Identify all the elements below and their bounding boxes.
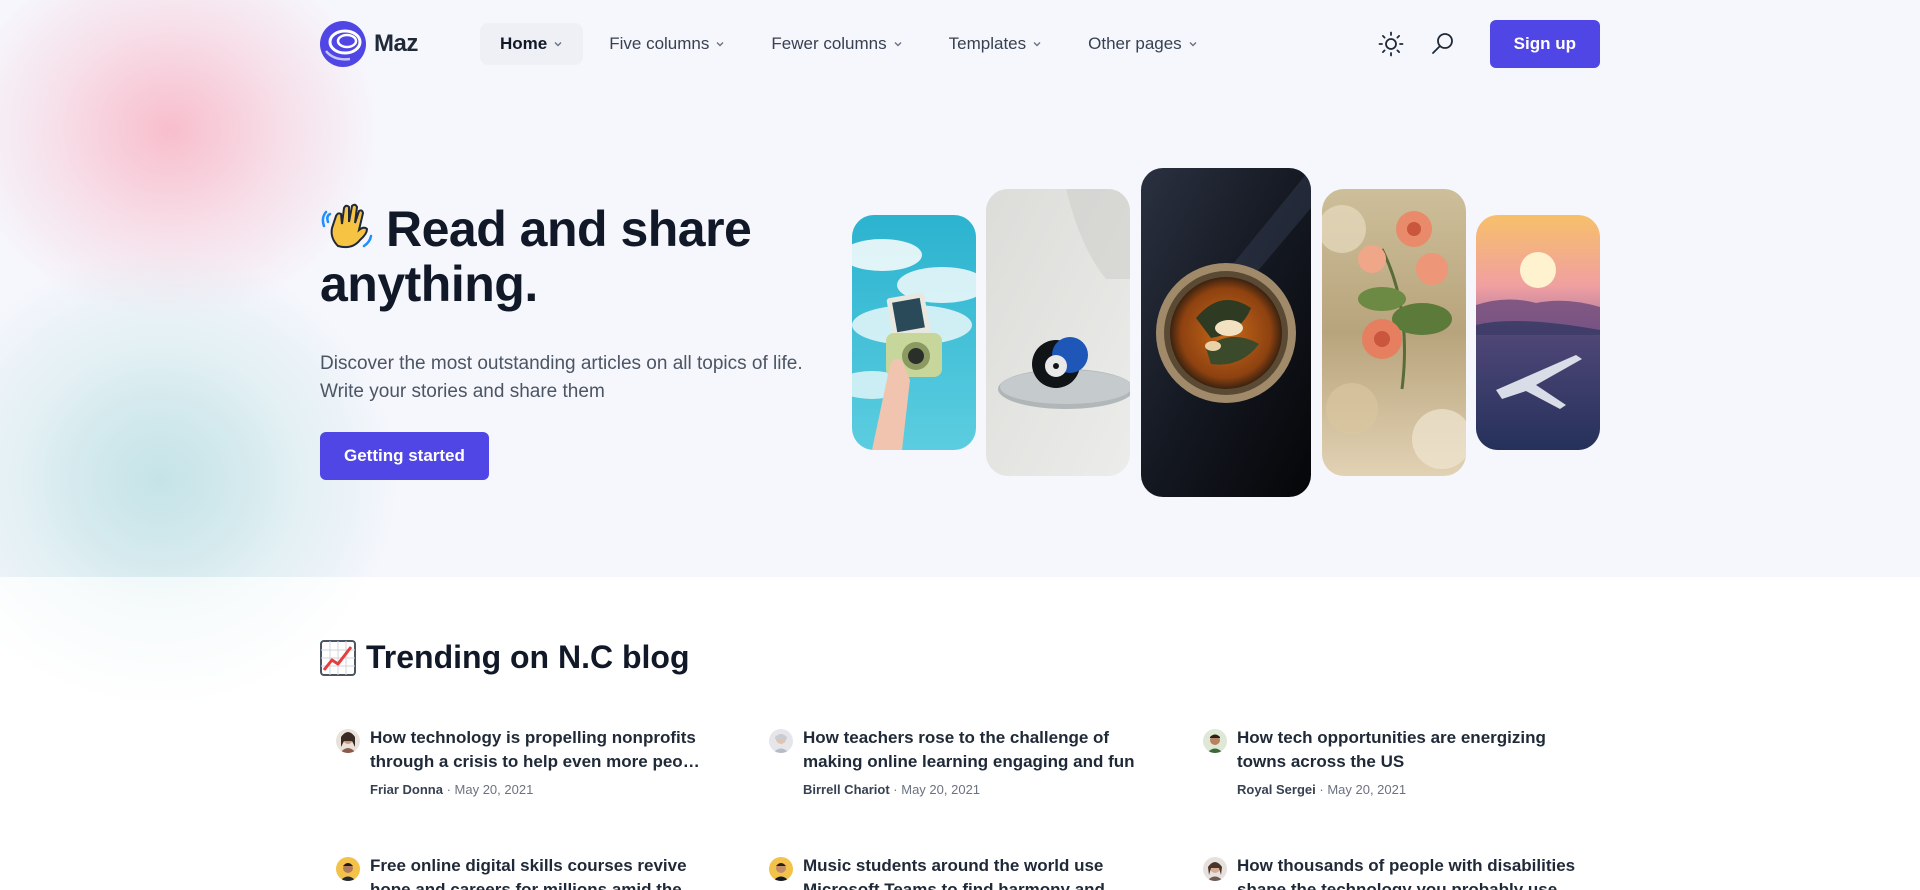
nav-item-label: Templates [948, 33, 1027, 53]
getting-started-button[interactable]: Getting started [320, 432, 489, 480]
chevron-down-icon [1033, 41, 1041, 46]
hero-title-line1: Read and share [386, 201, 752, 257]
post-author[interactable]: Birrell Chariot [803, 782, 890, 797]
nav-item-label: Other pages [1088, 33, 1182, 53]
post-card[interactable]: How teachers rose to the challenge of ma… [769, 726, 1149, 797]
section-title-text: Trending on N.C blog [366, 639, 690, 675]
site-header: Maz Home Five columns Fewer columns Temp… [320, 18, 1600, 69]
logo-icon [320, 20, 366, 67]
post-card[interactable]: Music students around the world use Micr… [769, 854, 1149, 890]
post-date: May 20, 2021 [454, 782, 534, 797]
brand-logo[interactable]: Maz [320, 20, 480, 67]
search-button[interactable] [1426, 27, 1460, 61]
post-title[interactable]: How tech opportunities are energizing to… [1237, 726, 1577, 774]
post-date: May 20, 2021 [901, 782, 981, 797]
post-body: How technology is propelling nonprofits … [370, 726, 710, 797]
hero-text: Read and share anything. Discover the mo… [320, 198, 840, 480]
post-body: Music students around the world use Micr… [803, 854, 1143, 890]
avatar [336, 857, 360, 881]
header-actions: Sign up [1374, 19, 1600, 68]
avatar [769, 857, 793, 881]
chart-increasing-icon [320, 639, 356, 676]
nav-item-home[interactable]: Home [480, 22, 584, 65]
nav-item-label: Home [500, 33, 548, 53]
sign-up-button[interactable]: Sign up [1489, 19, 1600, 68]
post-meta: Birrell Chariot · May 20, 2021 [803, 782, 981, 797]
nav-item-label: Five columns [609, 33, 710, 53]
post-body: How tech opportunities are energizing to… [1237, 726, 1577, 797]
post-author[interactable]: Friar Donna [370, 782, 443, 797]
section-title: Trending on N.C blog [320, 639, 690, 676]
hero-image-airplane[interactable] [1476, 215, 1600, 450]
brand-name: Maz [374, 29, 418, 57]
post-body: Free online digital skills courses reviv… [370, 854, 710, 890]
sun-icon [1378, 31, 1404, 56]
hero-image-speaker[interactable] [986, 189, 1130, 476]
hero-title: Read and share anything. [320, 198, 840, 312]
hero-image-food[interactable] [1141, 168, 1311, 497]
nav-item-five-columns[interactable]: Five columns [589, 23, 745, 65]
post-title[interactable]: Free online digital skills courses reviv… [370, 854, 710, 890]
chevron-down-icon [716, 41, 724, 46]
theme-toggle-button[interactable] [1374, 27, 1408, 61]
nav-item-label: Fewer columns [771, 33, 887, 53]
post-card[interactable]: How tech opportunities are energizing to… [1203, 726, 1583, 797]
post-date: May 20, 2021 [1327, 782, 1407, 797]
chevron-down-icon [894, 41, 902, 46]
chevron-down-icon [1189, 41, 1197, 46]
post-body: How thousands of people with disabilitie… [1237, 854, 1577, 890]
avatar [336, 729, 360, 753]
search-icon [1431, 32, 1453, 54]
post-title[interactable]: How thousands of people with disabilitie… [1237, 854, 1577, 890]
post-title[interactable]: Music students around the world use Micr… [803, 854, 1143, 890]
post-card[interactable]: How technology is propelling nonprofits … [336, 726, 716, 797]
nav-item-fewer-columns[interactable]: Fewer columns [751, 23, 922, 65]
hero-image-camera[interactable] [852, 215, 976, 450]
hero-image-roses[interactable] [1322, 189, 1466, 476]
post-body: How teachers rose to the challenge of ma… [803, 726, 1143, 797]
post-card[interactable]: How thousands of people with disabilitie… [1203, 854, 1583, 890]
waving-hand-icon [321, 203, 373, 249]
hero-title-line2: anything. [320, 256, 538, 312]
nav-item-other-pages[interactable]: Other pages [1068, 23, 1218, 65]
post-meta: Friar Donna · May 20, 2021 [370, 782, 534, 797]
post-title[interactable]: How technology is propelling nonprofits … [370, 726, 710, 774]
hero-description: Discover the most outstanding articles o… [320, 353, 803, 402]
post-meta: Royal Sergei · May 20, 2021 [1237, 782, 1407, 797]
nav-item-templates[interactable]: Templates [929, 23, 1062, 65]
chevron-down-icon [554, 41, 562, 46]
post-title[interactable]: How teachers rose to the challenge of ma… [803, 726, 1143, 774]
post-author[interactable]: Royal Sergei [1237, 782, 1316, 797]
post-card[interactable]: Free online digital skills courses reviv… [336, 854, 716, 890]
main-nav: Home Five columns Fewer columns Template… [480, 22, 1218, 65]
avatar [1203, 729, 1227, 753]
avatar [769, 729, 793, 753]
avatar [1203, 857, 1227, 881]
